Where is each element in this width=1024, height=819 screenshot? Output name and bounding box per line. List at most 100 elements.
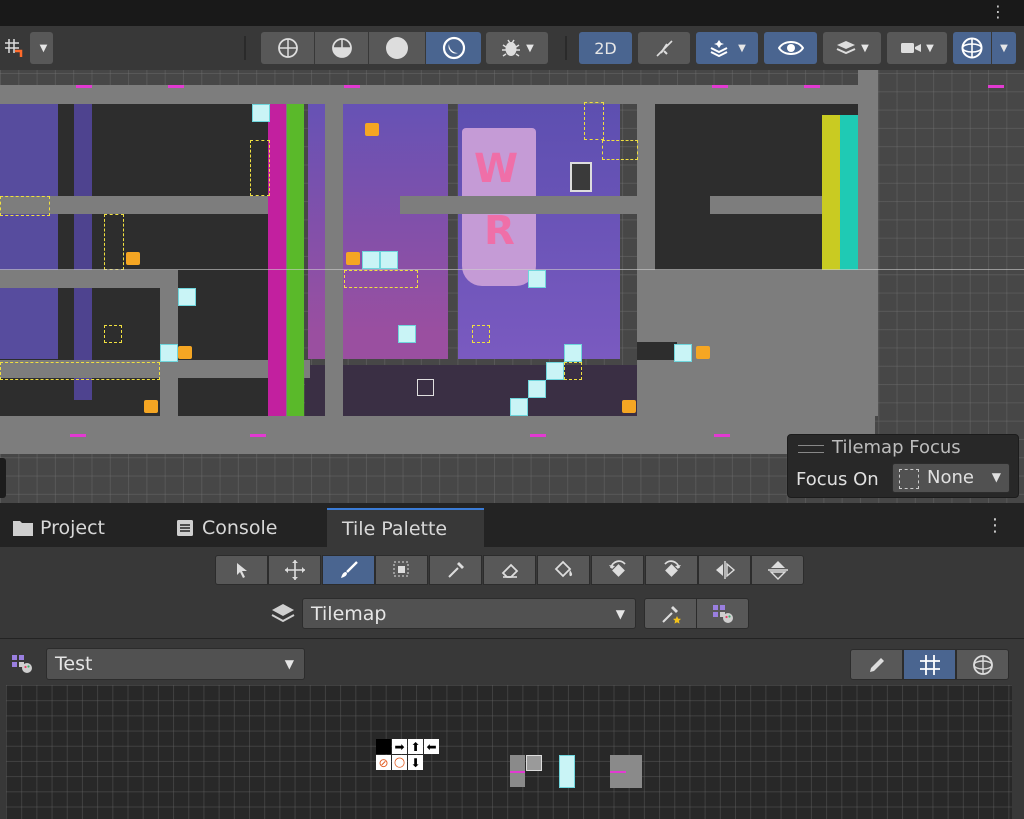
box-fill-tool[interactable] bbox=[375, 555, 428, 585]
selection-outline bbox=[250, 140, 270, 196]
camera-icon bbox=[901, 43, 922, 53]
shading-unlit-button[interactable] bbox=[426, 32, 481, 64]
stone-tile[interactable] bbox=[526, 755, 542, 771]
scene-view[interactable]: W R Tilemap Focus Focus On None ▼ bbox=[0, 70, 1024, 503]
tile-picker-button[interactable] bbox=[644, 598, 697, 629]
shading-solid-button[interactable] bbox=[369, 32, 425, 64]
tab-console[interactable]: Console bbox=[176, 508, 277, 547]
stone-wall bbox=[858, 70, 878, 416]
window-top-strip: ⋮ bbox=[0, 0, 1024, 26]
cyan-tile bbox=[674, 344, 692, 362]
window-panel bbox=[74, 104, 92, 400]
selection-outline bbox=[472, 325, 490, 343]
magenta-stone-marker bbox=[610, 771, 626, 773]
orange-pickup bbox=[178, 346, 192, 359]
overlay-grip-icon[interactable] bbox=[798, 445, 824, 453]
active-tilemap-value: Tilemap bbox=[311, 602, 387, 625]
magenta-stone-marker bbox=[510, 771, 525, 773]
palette-grid-icon bbox=[712, 604, 733, 623]
palette-gizmos-toggle[interactable] bbox=[956, 649, 1009, 680]
debug-draw-mode-button[interactable]: ▼ bbox=[486, 32, 548, 64]
rotate-ccw-tool[interactable] bbox=[591, 555, 644, 585]
shaded-sphere-icon bbox=[331, 38, 352, 58]
tile-palette-grid[interactable]: ➡ ⬆ ⬅ ⊘ ○ ⬇ bbox=[6, 685, 1012, 819]
shading-wireframe-button[interactable] bbox=[261, 32, 314, 64]
grid-snap-button[interactable] bbox=[0, 32, 28, 64]
chevron-down-icon: ▼ bbox=[615, 606, 625, 621]
cyan-stone-tile[interactable] bbox=[559, 755, 575, 788]
magenta-bar bbox=[268, 104, 286, 416]
left-handle[interactable] bbox=[0, 458, 6, 498]
flip-x-tool[interactable] bbox=[698, 555, 751, 585]
camera-settings-dropdown[interactable]: ▼ bbox=[887, 32, 947, 64]
grid-snap-icon bbox=[5, 39, 23, 57]
cyan-tile bbox=[564, 344, 582, 362]
eraser-tool[interactable] bbox=[483, 555, 536, 585]
palette-dropdown[interactable]: Test ▼ bbox=[46, 648, 305, 680]
palette-name: Test bbox=[55, 653, 93, 675]
picker-tool[interactable] bbox=[429, 555, 482, 585]
selection-outline bbox=[344, 270, 418, 288]
grid-snap-dropdown[interactable]: ▼ bbox=[30, 32, 53, 64]
floor-marker bbox=[988, 85, 1004, 88]
palette-brushes-button[interactable] bbox=[696, 598, 749, 629]
active-tilemap-dropdown[interactable]: Tilemap ▼ bbox=[302, 598, 636, 629]
brush-tool[interactable] bbox=[322, 555, 375, 585]
stone-wall bbox=[160, 270, 178, 416]
arrow-up-icon[interactable]: ⬆ bbox=[408, 739, 423, 754]
gizmos-button[interactable] bbox=[953, 32, 991, 64]
more-options-icon[interactable]: ⋮ bbox=[990, 2, 1006, 21]
arrow-left-icon[interactable]: ⬅ bbox=[424, 739, 439, 754]
flip-y-tool[interactable] bbox=[751, 555, 804, 585]
focus-on-dropdown[interactable]: None ▼ bbox=[892, 463, 1010, 493]
rotate-cw-tool[interactable] bbox=[645, 555, 698, 585]
cyan-tile bbox=[398, 325, 416, 343]
edit-palette-button[interactable] bbox=[850, 649, 903, 680]
chevron-down-icon: ▼ bbox=[926, 42, 934, 54]
cyan-tile bbox=[528, 380, 546, 398]
teal-bar bbox=[840, 115, 858, 270]
shading-shaded-wireframe-button[interactable] bbox=[315, 32, 368, 64]
dark-gap bbox=[637, 342, 677, 360]
grid-icon bbox=[919, 654, 940, 675]
layers-dropdown[interactable]: ▼ bbox=[823, 32, 881, 64]
debug-bug-icon bbox=[502, 39, 521, 57]
2d-mode-toggle[interactable]: 2D bbox=[579, 32, 632, 64]
focus-on-label: Focus On bbox=[796, 469, 879, 490]
palette-grid-icon bbox=[12, 655, 32, 673]
panel-tab-bar: Project Console Tile Palette ⋮ bbox=[0, 503, 1024, 547]
lighting-toggle[interactable] bbox=[638, 32, 690, 64]
cyan-tile bbox=[528, 270, 546, 288]
stone-floor bbox=[0, 416, 875, 454]
orange-pickup bbox=[696, 346, 710, 359]
scene-visibility-button[interactable] bbox=[764, 32, 817, 64]
circle-icon[interactable]: ○ bbox=[392, 755, 407, 770]
no-entry-icon[interactable]: ⊘ bbox=[376, 755, 391, 770]
fill-tool[interactable] bbox=[537, 555, 590, 585]
folder-icon bbox=[13, 520, 33, 536]
move-arrows-icon bbox=[284, 560, 305, 580]
gizmos-dropdown[interactable]: ▼ bbox=[992, 32, 1016, 64]
cyan-tile bbox=[510, 398, 528, 416]
cyan-tile bbox=[362, 251, 380, 269]
overlay-title: Tilemap Focus bbox=[832, 437, 961, 458]
select-tool[interactable] bbox=[215, 555, 268, 585]
solid-sphere-icon bbox=[386, 37, 408, 59]
tab-project[interactable]: Project bbox=[12, 508, 105, 547]
floor-marker bbox=[714, 434, 730, 437]
selection-outline bbox=[564, 362, 582, 380]
scene-effects-button[interactable]: ▼ bbox=[696, 32, 758, 64]
panel-more-options-icon[interactable]: ⋮ bbox=[986, 515, 1004, 536]
eraser-icon bbox=[501, 563, 518, 578]
cyan-tile bbox=[380, 251, 398, 269]
move-tool[interactable] bbox=[268, 555, 321, 585]
chevron-down-icon: ▼ bbox=[39, 42, 48, 54]
arrow-down-icon[interactable]: ⬇ bbox=[408, 755, 423, 770]
tab-tile-palette[interactable]: Tile Palette bbox=[327, 508, 484, 547]
selection-outline bbox=[104, 214, 124, 270]
picker-star-icon bbox=[661, 605, 681, 624]
palette-grid-toggle[interactable] bbox=[903, 649, 956, 680]
tile-cursor bbox=[417, 379, 434, 396]
arrow-right-icon[interactable]: ➡ bbox=[392, 739, 407, 754]
black-tile[interactable] bbox=[376, 739, 391, 754]
